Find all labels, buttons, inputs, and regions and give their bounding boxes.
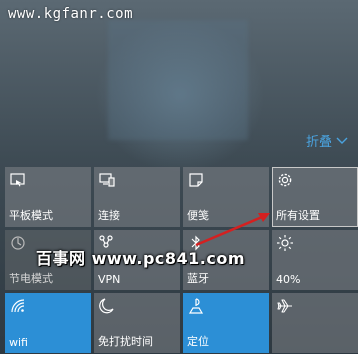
gear-icon — [276, 171, 294, 189]
tablet-mode-icon — [9, 171, 27, 189]
tile-label: 节电模式 — [9, 272, 53, 285]
watermark-url: www.kgfanr.com — [8, 6, 134, 22]
chevron-down-icon — [336, 137, 348, 144]
tile-label: 平板模式 — [9, 209, 53, 222]
wifi-icon — [9, 297, 27, 315]
brightness-icon — [276, 234, 294, 252]
tile-label: 所有设置 — [276, 209, 320, 222]
tile-label: 连接 — [98, 209, 120, 222]
tile-note[interactable]: 便笺 — [183, 167, 269, 227]
tile-tablet-mode[interactable]: 平板模式 — [5, 167, 91, 227]
tile-connect[interactable]: 连接 — [94, 167, 180, 227]
tile-wifi[interactable]: wifi — [5, 293, 91, 353]
tile-location[interactable]: 定位 — [183, 293, 269, 353]
tile-label: 免打扰时间 — [98, 335, 153, 348]
tile-all-settings[interactable]: 所有设置 — [272, 167, 358, 227]
tile-airplane-mode[interactable] — [272, 293, 358, 353]
collapse-button[interactable]: 折叠 — [306, 131, 348, 150]
tile-label: 便笺 — [187, 209, 209, 222]
tile-label: 40% — [276, 273, 301, 286]
tile-brightness[interactable]: 40% — [272, 230, 358, 290]
note-icon — [187, 171, 205, 189]
location-icon — [187, 297, 205, 315]
battery-saver-icon — [9, 234, 27, 252]
tile-quiet-hours[interactable]: 免打扰时间 — [94, 293, 180, 353]
collapse-label: 折叠 — [305, 135, 332, 150]
airplane-icon — [276, 297, 294, 315]
moon-icon — [98, 297, 116, 315]
tile-label: VPN — [98, 273, 121, 286]
tile-label: wifi — [9, 336, 28, 349]
blurred-window — [108, 20, 248, 140]
connect-icon — [98, 171, 116, 189]
tile-label: 定位 — [187, 335, 209, 348]
site-watermark: 百事网 www.pc841.com — [36, 249, 246, 268]
tile-label: 蓝牙 — [187, 272, 209, 285]
